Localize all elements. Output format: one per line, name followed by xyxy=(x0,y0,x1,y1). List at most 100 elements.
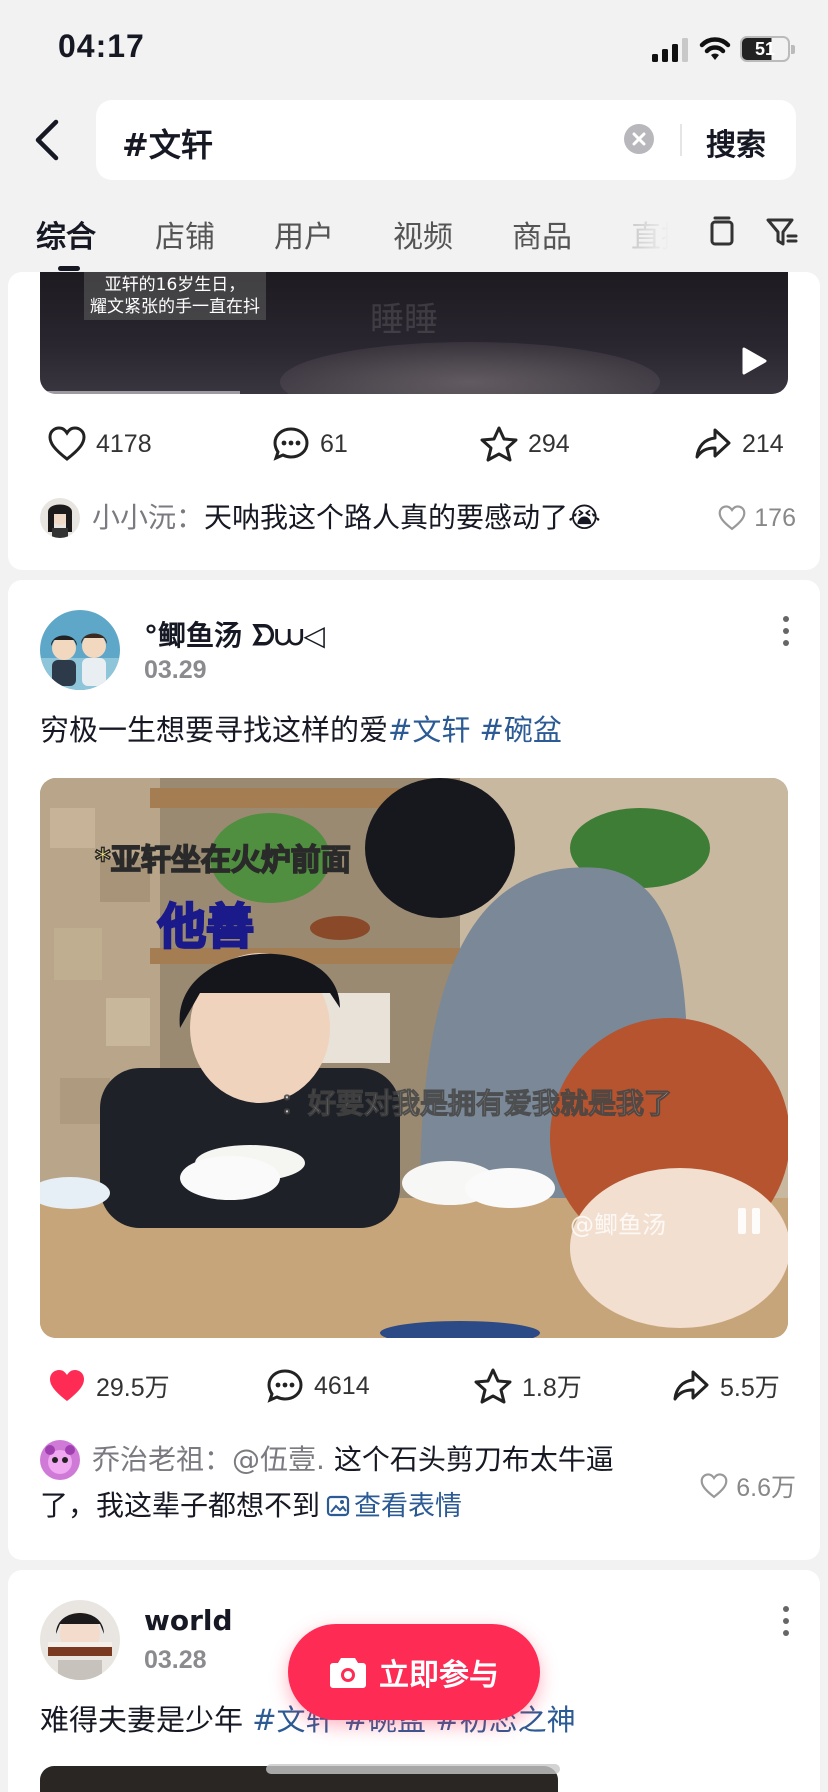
video-caption: 亚轩的16岁生日， 耀文紧张的手一直在抖 xyxy=(84,272,266,320)
post-date: 03.29 xyxy=(144,656,207,684)
tab-users[interactable]: 用户 xyxy=(274,212,334,256)
share-button[interactable]: 5.5万 xyxy=(672,1366,780,1406)
layout-toggle-icon[interactable] xyxy=(704,214,740,250)
status-time: 04:17 xyxy=(58,28,145,64)
home-indicator xyxy=(266,1764,560,1774)
search-query-text: #文轩 xyxy=(122,126,213,164)
view-sticker-link[interactable]: 查看表情 xyxy=(354,1491,462,1522)
favorite-count: 294 xyxy=(528,429,570,458)
tabs-fade xyxy=(600,196,700,272)
comment-icon xyxy=(273,427,309,461)
favorite-button[interactable]: 294 xyxy=(480,424,570,464)
share-button[interactable]: 214 xyxy=(694,424,784,464)
play-icon[interactable] xyxy=(738,346,768,376)
search-header: #文轩 搜索 xyxy=(0,100,828,180)
commenter-avatar[interactable] xyxy=(40,498,80,538)
image-caption-top: *亚轩坐在火炉前面 xyxy=(95,843,351,878)
category-tabs: 综合 店铺 用户 视频 商品 直播 xyxy=(0,196,828,272)
like-count: 4178 xyxy=(96,429,152,458)
star-icon xyxy=(474,1368,512,1404)
post-actions: 29.5万 4614 1.8万 5.5万 xyxy=(40,1366,796,1406)
wifi-icon xyxy=(699,37,731,60)
video-progress xyxy=(40,391,240,394)
comment-like-button[interactable]: 176 xyxy=(718,498,796,538)
clear-search-icon[interactable] xyxy=(624,124,654,154)
battery-icon: 51 xyxy=(740,36,795,62)
author-name[interactable]: °鲫鱼汤 ᗤ⩊◁ xyxy=(144,614,325,654)
hashtag[interactable]: #碗盆 xyxy=(480,713,562,747)
video-caption-line-1: 亚轩的16岁生日， xyxy=(104,275,246,295)
tab-stores[interactable]: 店铺 xyxy=(155,212,215,256)
comment-body: 乔治老祖：@伍壹. 这个石头剪刀布太牛逼 xyxy=(92,1440,652,1480)
pause-icon[interactable] xyxy=(738,1208,746,1234)
search-button[interactable]: 搜索 xyxy=(706,120,766,164)
like-button[interactable]: 4178 xyxy=(48,424,152,464)
cellular-signal-icon xyxy=(652,38,688,62)
post-image-scene: *亚轩坐在火炉前面 他善 ：好要对我是拥有爱我就是我了 @鲫鱼汤 xyxy=(40,778,788,1338)
comment-count: 61 xyxy=(320,429,348,458)
comment-icon xyxy=(267,1369,303,1403)
comment-continuation: 了，我这辈子都想不到 查看表情 xyxy=(40,1486,462,1527)
image-subtitle: ：好要对我是拥有爱我就是我了 xyxy=(280,1087,672,1120)
tab-comprehensive[interactable]: 综合 xyxy=(36,212,96,256)
favorite-button[interactable]: 1.8万 xyxy=(474,1366,582,1406)
comment-count: 4614 xyxy=(314,1371,370,1400)
hashtag[interactable]: #文轩 xyxy=(388,713,470,747)
comment-mention[interactable]: @伍壹. xyxy=(232,1443,325,1476)
back-arrow-icon[interactable] xyxy=(28,116,68,164)
comment-text-line-2: 了，我这辈子都想不到 xyxy=(40,1489,321,1522)
image-icon xyxy=(326,1495,350,1517)
tab-videos[interactable]: 视频 xyxy=(393,212,453,256)
like-button[interactable]: 29.5万 xyxy=(48,1366,170,1406)
share-arrow-icon xyxy=(673,1370,709,1401)
post-date: 03.28 xyxy=(144,1646,207,1674)
comment-button[interactable]: 4614 xyxy=(266,1366,370,1406)
post-card-1: 亚轩的16岁生日， 耀文紧张的手一直在抖 睡睡 4178 61 294 214 xyxy=(8,272,820,570)
video-blur xyxy=(280,342,660,394)
post-caption: 穷极一生想要寻找这样的爱 xyxy=(40,713,389,747)
comment-like-count: 6.6万 xyxy=(736,1474,796,1502)
battery-level: 51 xyxy=(754,39,776,59)
comment-like-button[interactable]: 6.6万 xyxy=(700,1466,796,1506)
heart-filled-icon xyxy=(50,1370,84,1401)
status-bar: 04:17 51 xyxy=(0,0,828,100)
join-now-button[interactable]: 立即参与 xyxy=(288,1624,540,1720)
star-icon xyxy=(480,426,518,462)
commenter-name[interactable]: 小小沅： xyxy=(92,501,204,534)
share-count: 214 xyxy=(742,429,784,458)
heart-outline-icon xyxy=(700,1473,728,1499)
comment-body: 小小沅：天呐我这个路人真的要感动了😭 xyxy=(92,498,601,538)
image-watermark: @鲫鱼汤 xyxy=(570,1211,666,1239)
share-count: 5.5万 xyxy=(720,1374,780,1402)
share-arrow-icon xyxy=(695,428,731,459)
post-text: 穷极一生想要寻找这样的爱#文轩 #碗盆 xyxy=(40,710,562,750)
author-name[interactable]: world xyxy=(144,1604,233,1637)
commenter-name[interactable]: 乔治老祖： xyxy=(92,1443,232,1476)
heart-outline-icon xyxy=(718,505,746,531)
like-count: 29.5万 xyxy=(96,1374,170,1402)
more-options-icon[interactable] xyxy=(782,1606,790,1638)
active-tab-indicator xyxy=(58,266,80,271)
post-image[interactable]: *亚轩坐在火炉前面 他善 ：好要对我是拥有爱我就是我了 @鲫鱼汤 xyxy=(40,778,788,1338)
camera-icon xyxy=(330,1658,366,1688)
video-watermark: 睡睡 xyxy=(370,300,438,340)
post-actions: 4178 61 294 214 xyxy=(40,424,796,464)
pause-icon-bar xyxy=(752,1208,760,1234)
search-input[interactable]: #文轩 搜索 xyxy=(96,100,796,180)
more-options-icon[interactable] xyxy=(782,616,790,648)
image-caption-big: 他善 xyxy=(157,899,254,955)
filter-icon[interactable] xyxy=(764,214,800,250)
comment-text: 天呐我这个路人真的要感动了😭 xyxy=(204,501,601,534)
commenter-avatar[interactable] xyxy=(40,1440,80,1480)
video-caption-line-2: 耀文紧张的手一直在抖 xyxy=(90,297,260,317)
favorite-count: 1.8万 xyxy=(522,1374,582,1402)
author-avatar[interactable] xyxy=(40,610,120,690)
tab-products[interactable]: 商品 xyxy=(512,212,572,256)
post-card-2: °鲫鱼汤 ᗤ⩊◁ 03.29 穷极一生想要寻找这样的爱#文轩 #碗盆 *亚轩坐在… xyxy=(8,580,820,1560)
comment-button[interactable]: 61 xyxy=(272,424,348,464)
video-thumbnail[interactable]: 亚轩的16岁生日， 耀文紧张的手一直在抖 睡睡 xyxy=(40,272,788,394)
author-avatar[interactable] xyxy=(40,1600,120,1680)
comment-text-line-1: 这个石头剪刀布太牛逼 xyxy=(333,1443,614,1476)
comment-like-count: 176 xyxy=(754,503,796,532)
post-caption: 难得夫妻是少年 xyxy=(40,1703,253,1737)
